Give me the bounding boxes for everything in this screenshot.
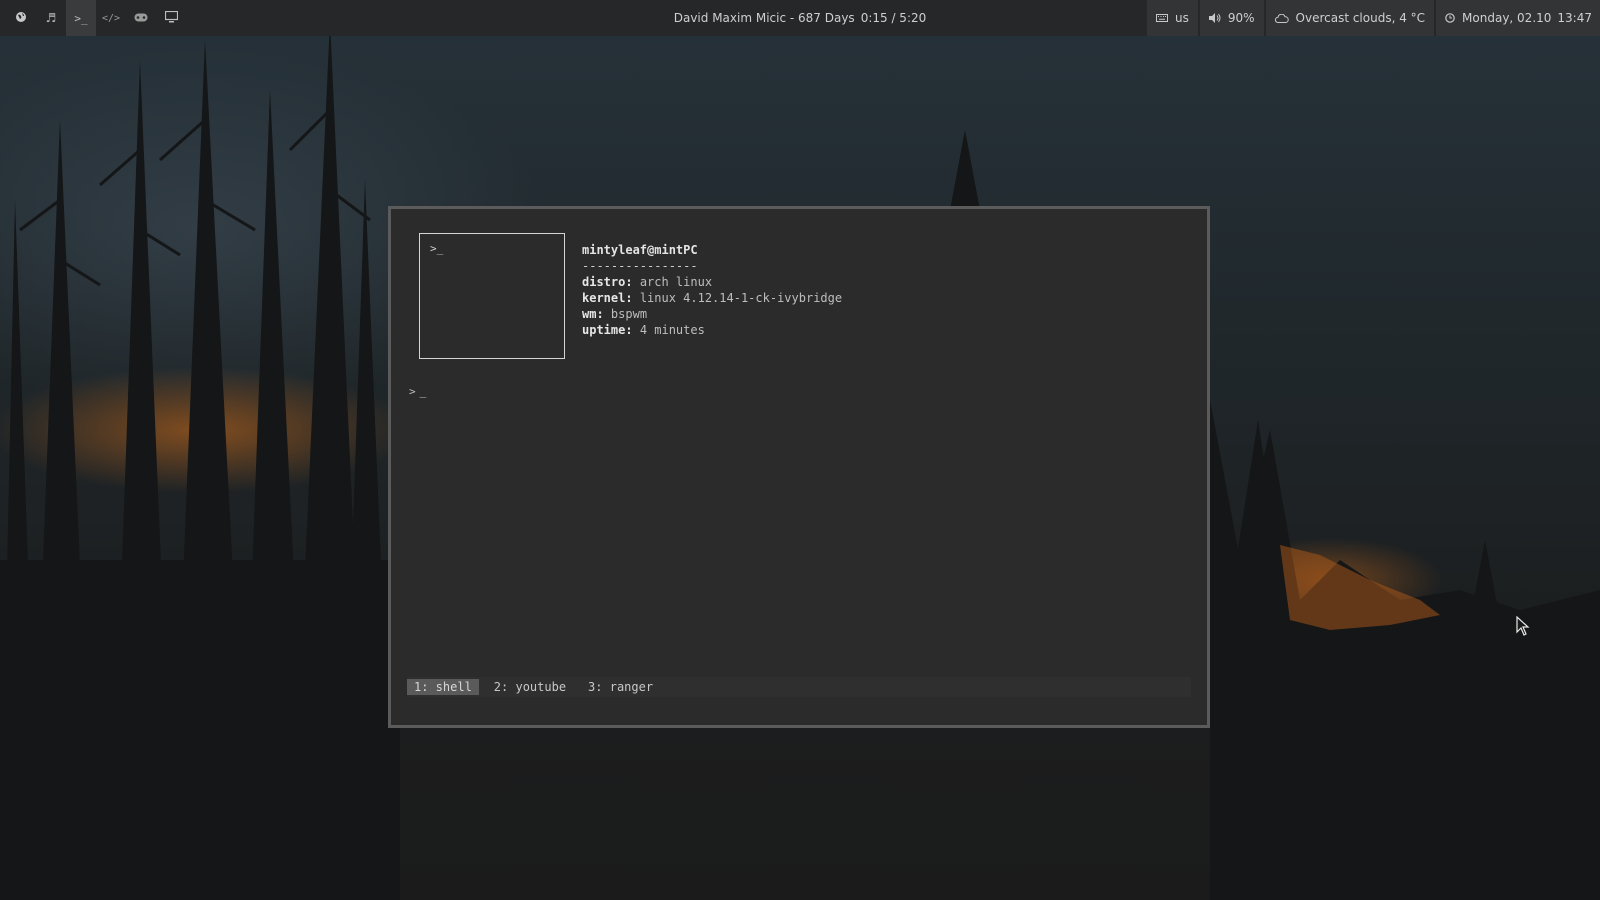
info-value: 4 minutes	[639, 323, 705, 337]
info-key: wm:	[582, 307, 604, 321]
terminal-window[interactable]: >_ mintyleaf@mintPC ---------------- dis…	[388, 206, 1210, 728]
code-icon: </>	[101, 12, 121, 24]
keyboard-icon	[1155, 14, 1168, 22]
gamepad-icon	[134, 11, 148, 25]
tmux-tab-bar: 1: shell 2: youtube 3: ranger	[407, 677, 1191, 697]
mouse-cursor-icon	[1516, 616, 1530, 636]
workspace-desktop[interactable]	[156, 0, 186, 36]
user-host: mintyleaf@mintPC	[582, 243, 698, 257]
info-key: distro:	[582, 275, 633, 289]
info-line-uptime: uptime: 4 minutes	[582, 322, 842, 338]
cloud-icon	[1274, 13, 1289, 23]
globe-icon	[15, 11, 27, 26]
tab-youtube[interactable]: 2: youtube	[487, 679, 573, 695]
workspace-code[interactable]: </>	[96, 0, 126, 36]
weather-text: Overcast clouds, 4 °C	[1295, 11, 1426, 25]
volume-module[interactable]: 90%	[1199, 0, 1264, 36]
keyboard-layout-label: us	[1174, 11, 1189, 25]
workspace-terminal[interactable]: >_	[66, 0, 96, 36]
speaker-icon	[1208, 13, 1221, 23]
weather-module[interactable]: Overcast clouds, 4 °C	[1265, 0, 1435, 36]
top-bar: ♬ >_ </> David Maxim Micic - 687 Days 0:…	[0, 0, 1600, 36]
workspace-web[interactable]	[6, 0, 36, 36]
terminal-icon: >_	[74, 11, 88, 25]
now-playing-title: David Maxim Micic - 687 Days	[673, 11, 855, 25]
status-modules: us 90% Overcast clouds, 4 °C Monday, 02.…	[1145, 0, 1600, 36]
workspace-games[interactable]	[126, 0, 156, 36]
terminal-logo-box: >_	[419, 233, 565, 359]
clock-time: 13:47	[1557, 11, 1592, 25]
info-value: bspwm	[610, 307, 648, 321]
now-playing-time: 0:15 / 5:20	[860, 11, 927, 25]
system-info: mintyleaf@mintPC ---------------- distro…	[582, 242, 842, 338]
info-separator: ----------------	[582, 259, 698, 273]
info-key: kernel:	[582, 291, 633, 305]
prompt-symbol: >	[409, 385, 416, 398]
info-line-kernel: kernel: linux 4.12.14-1-ck-ivybridge	[582, 290, 842, 306]
tab-shell[interactable]: 1: shell	[407, 679, 479, 695]
text-cursor: _	[419, 385, 427, 398]
music-note-icon: ♬	[45, 11, 57, 25]
workspace-switcher: ♬ >_ </>	[6, 0, 186, 36]
info-line-distro: distro: arch linux	[582, 274, 842, 290]
clock-date: Monday, 02.10	[1462, 11, 1552, 25]
workspace-music[interactable]: ♬	[36, 0, 66, 36]
info-value: arch linux	[639, 275, 713, 289]
clock-icon	[1445, 13, 1455, 23]
shell-prompt[interactable]: > _	[409, 385, 426, 398]
terminal-prompt-icon: >_	[430, 242, 444, 255]
keyboard-layout-module[interactable]: us	[1146, 0, 1198, 36]
volume-level: 90%	[1227, 11, 1255, 25]
info-key: uptime:	[582, 323, 633, 337]
clock-module[interactable]: Monday, 02.10 13:47	[1436, 0, 1600, 36]
info-line-wm: wm: bspwm	[582, 306, 842, 322]
info-value: linux 4.12.14-1-ck-ivybridge	[639, 291, 843, 305]
monitor-icon	[164, 10, 178, 26]
tab-ranger[interactable]: 3: ranger	[581, 679, 660, 695]
